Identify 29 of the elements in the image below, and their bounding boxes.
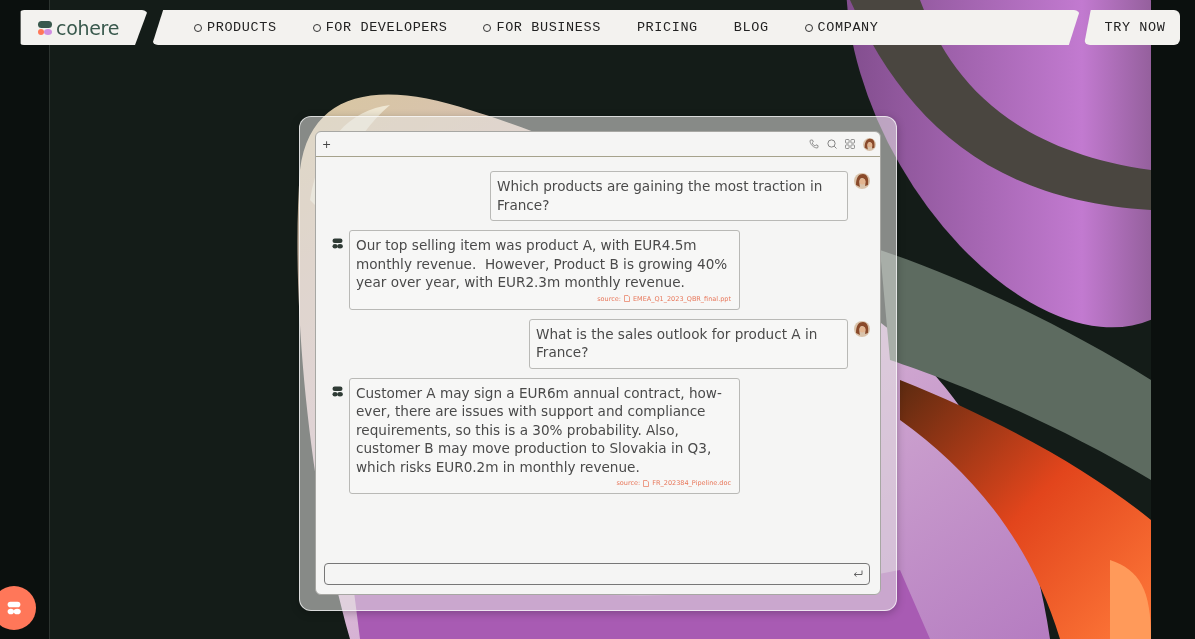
logo-icon [6, 601, 22, 615]
enter-icon [853, 570, 863, 578]
bot-icon [332, 385, 343, 397]
message-text: What is the sales outlook for product A in France? [536, 324, 819, 362]
phone-icon[interactable] [809, 139, 819, 149]
logo-icon [37, 19, 53, 36]
avatar-icon [863, 137, 876, 151]
message-text: Which products are gaining the most traction in France? [497, 177, 824, 214]
logo[interactable]: cohere [18, 10, 148, 45]
bot-icon [332, 238, 343, 249]
nav-link[interactable]: FOR BUSINESS [496, 20, 601, 35]
search-icon[interactable] [827, 139, 837, 149]
grid-icon[interactable] [845, 139, 855, 149]
nav-link[interactable]: COMPANY [817, 20, 879, 35]
message-input[interactable] [324, 563, 870, 585]
nav-link[interactable]: BLOG [733, 20, 769, 35]
nav-link[interactable]: PRODUCTS [207, 20, 277, 35]
new-tab-button[interactable]: + [322, 137, 332, 151]
file-icon [623, 295, 630, 302]
message-text: Our top selling item was product A, with EUR4.5m monthly revenue. However, Product B is growing 40% year over year, with EUR2.3m monthly revenue. [356, 236, 729, 292]
message-text: Customer A may sign a EUR6m annual contract, how-ever, there are issues with support and compliance requirements, so this is a 30% probability. Also, customer B may move production to Slovakia in Q3, which risks EUR0.2m in monthly revenue. [356, 383, 723, 476]
nav-link[interactable]: PRICING [636, 20, 698, 35]
nav-link[interactable]: FOR DEVELOPERS [325, 20, 448, 35]
avatar-icon [854, 320, 870, 337]
logo-wordmark: cohere [56, 16, 120, 39]
avatar-icon [854, 173, 870, 189]
file-icon [643, 479, 650, 487]
try-now-button[interactable]: TRY NOW [1084, 10, 1180, 45]
chat-launcher-button[interactable] [0, 586, 36, 630]
